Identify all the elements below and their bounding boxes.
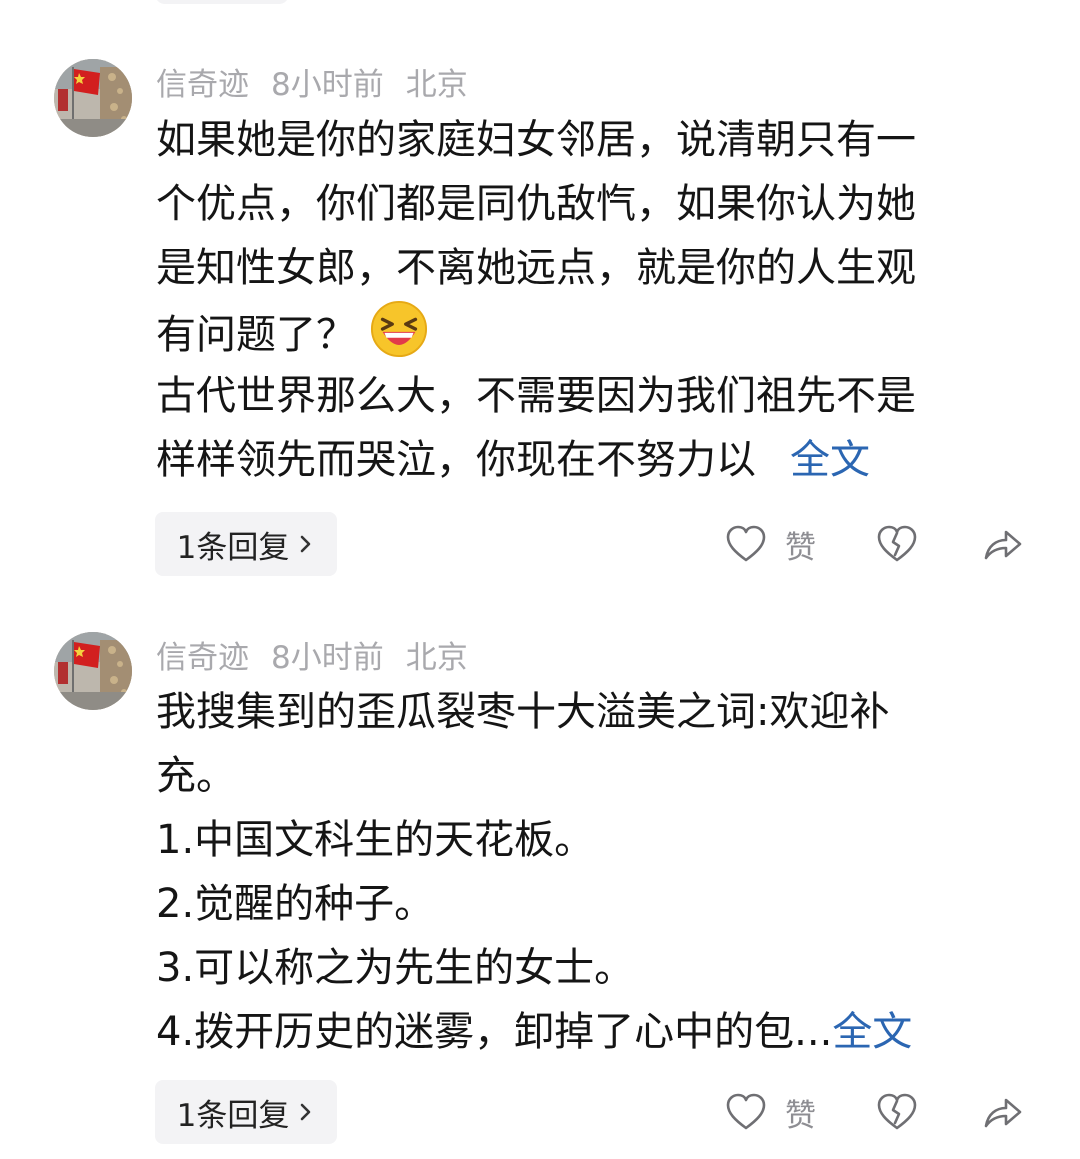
grinning-squinting-face-icon (370, 300, 428, 358)
avatar[interactable] (54, 632, 132, 710)
text-line-content: 有问题了？ (156, 312, 356, 358)
comment-actions: 赞 (720, 1080, 1040, 1144)
text-line-truncated: 4.拨开历史的迷雾，卸掉了心中的包...全文 (156, 1000, 1016, 1064)
comment-location: 北京 (405, 66, 468, 103)
heart-outline-icon (726, 1093, 766, 1130)
previous-reply-button-fragment[interactable] (155, 0, 289, 4)
text-line-truncated: 样样领先而哭泣，你现在不努力以 全文 (156, 428, 1016, 492)
share-arrow-icon[interactable] (982, 524, 1024, 564)
truncation-fade (756, 437, 790, 481)
text-line: 2.觉醒的种子。 (156, 881, 435, 927)
username[interactable]: 信奇迹 (156, 59, 249, 104)
text-line-content: 4.拨开历史的迷雾，卸掉了心中的包... (156, 1009, 833, 1055)
full-text-link[interactable]: 全文 (832, 1009, 912, 1055)
chevron-right-icon (301, 1103, 311, 1121)
like-button[interactable]: 赞 (725, 512, 816, 576)
reply-count-label: 1条回复 (176, 529, 290, 566)
text-line: 如果她是你的家庭妇女邻居，说清朝只有一 (156, 117, 916, 163)
text-line: 1.中国文科生的天花板。 (156, 817, 595, 863)
comment-location: 北京 (405, 639, 468, 676)
text-line: 个优点，你们都是同仇敌忾，如果你认为她 (156, 181, 916, 227)
avatar[interactable] (54, 59, 132, 137)
view-replies-button[interactable]: 1条回复 (155, 1080, 337, 1144)
text-line: 我搜集到的歪瓜裂枣十大溢美之词:欢迎补 (156, 689, 890, 735)
text-line: 3.可以称之为先生的女士。 (156, 945, 635, 991)
text-line: 充。 (156, 753, 236, 799)
text-line-with-emoji: 有问题了？ (156, 300, 1016, 364)
like-button[interactable]: 赞 (725, 1080, 816, 1144)
comment-time: 8小时前 (271, 66, 384, 103)
comment-time: 8小时前 (271, 639, 384, 676)
heart-outline-icon (726, 525, 766, 562)
text-line: 古代世界那么大，不需要因为我们祖先不是 (156, 373, 916, 419)
comment-actions: 赞 (720, 512, 1040, 576)
like-label: 赞 (785, 1097, 816, 1134)
broken-heart-icon[interactable] (876, 1092, 918, 1132)
comment-text: 我搜集到的歪瓜裂枣十大溢美之词:欢迎补 充。 1.中国文科生的天花板。 2.觉醒… (156, 680, 1016, 1064)
username[interactable]: 信奇迹 (156, 632, 249, 677)
comment-meta: 信奇迹 8小时前 北京 (156, 59, 490, 104)
text-line-content: 样样领先而哭泣，你现在不努力以 (156, 437, 756, 483)
avatar-image (54, 632, 132, 710)
chevron-right-icon (301, 535, 311, 553)
comment-meta: 信奇迹 8小时前 北京 (156, 632, 490, 677)
full-text-link[interactable]: 全文 (790, 437, 870, 483)
comment-text: 如果她是你的家庭妇女邻居，说清朝只有一 个优点，你们都是同仇敌忾，如果你认为她 … (156, 108, 1016, 492)
broken-heart-icon[interactable] (876, 524, 918, 564)
reply-count-label: 1条回复 (176, 1097, 290, 1134)
view-replies-button[interactable]: 1条回复 (155, 512, 337, 576)
text-line: 是知性女郎，不离她远点，就是你的人生观 (156, 245, 916, 291)
share-arrow-icon[interactable] (982, 1092, 1024, 1132)
like-label: 赞 (785, 529, 816, 566)
avatar-image (54, 59, 132, 137)
